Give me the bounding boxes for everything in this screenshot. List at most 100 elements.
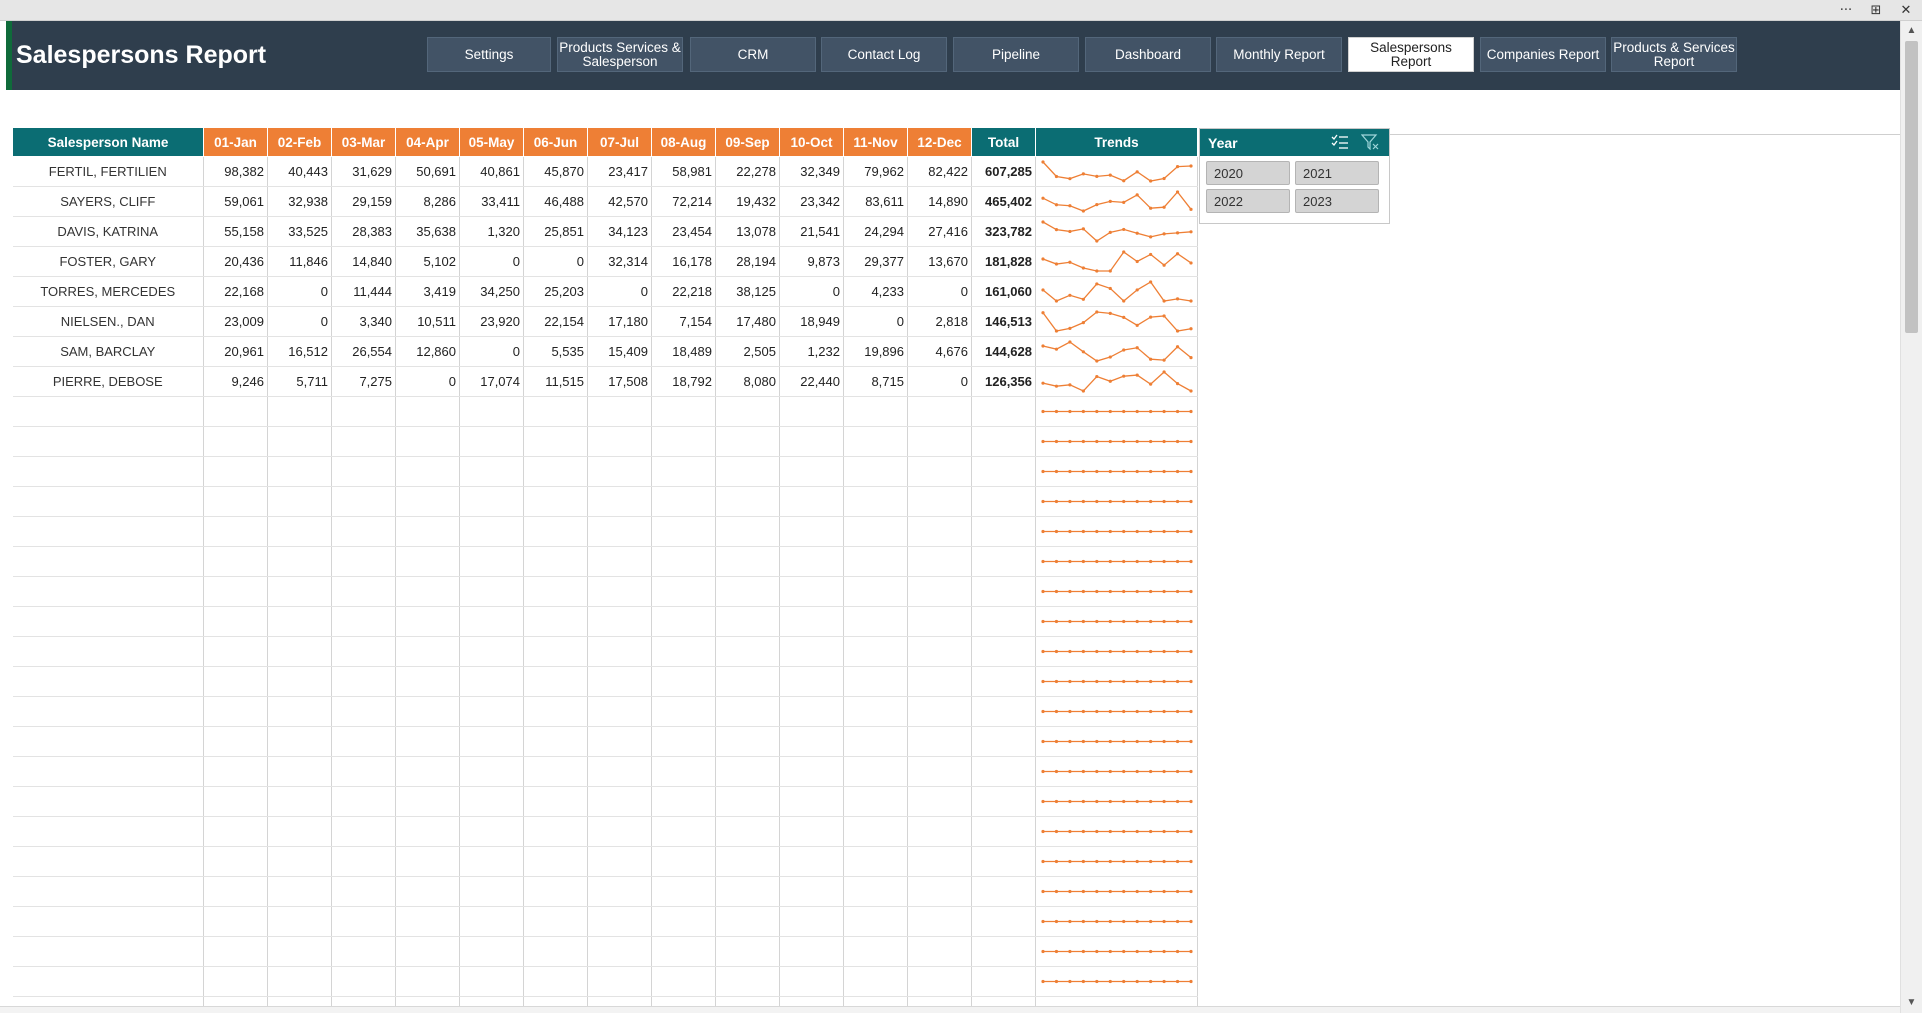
month-value-cell[interactable]: 35,638 xyxy=(395,216,460,247)
month-value-cell[interactable]: 34,250 xyxy=(459,276,524,307)
empty-cell[interactable] xyxy=(12,726,204,757)
empty-cell[interactable] xyxy=(587,666,652,697)
empty-cell[interactable] xyxy=(12,966,204,997)
empty-cell[interactable] xyxy=(843,816,908,847)
empty-cell[interactable] xyxy=(203,696,268,727)
empty-cell[interactable] xyxy=(587,846,652,877)
empty-cell[interactable] xyxy=(843,516,908,547)
empty-cell[interactable] xyxy=(12,876,204,907)
empty-cell[interactable] xyxy=(203,636,268,667)
month-value-cell[interactable]: 55,158 xyxy=(203,216,268,247)
column-header-month[interactable]: 07-Jul xyxy=(587,127,652,157)
empty-cell[interactable] xyxy=(203,876,268,907)
empty-cell[interactable] xyxy=(331,936,396,967)
empty-cell[interactable] xyxy=(971,666,1036,697)
empty-cell[interactable] xyxy=(267,546,332,577)
slicer-item-2023[interactable]: 2023 xyxy=(1295,189,1379,213)
empty-cell[interactable] xyxy=(587,396,652,427)
month-value-cell[interactable]: 98,382 xyxy=(203,156,268,187)
empty-cell[interactable] xyxy=(12,546,204,577)
empty-cell[interactable] xyxy=(203,966,268,997)
empty-cell[interactable] xyxy=(203,396,268,427)
nav-button-salespersons-report[interactable]: Salespersons Report xyxy=(1348,37,1474,72)
empty-cell[interactable] xyxy=(331,996,396,1006)
empty-cell[interactable] xyxy=(331,456,396,487)
empty-cell[interactable] xyxy=(523,576,588,607)
month-value-cell[interactable]: 23,009 xyxy=(203,306,268,337)
trend-cell[interactable] xyxy=(1035,246,1198,277)
month-value-cell[interactable]: 33,525 xyxy=(267,216,332,247)
empty-cell[interactable] xyxy=(395,636,460,667)
empty-cell[interactable] xyxy=(651,576,716,607)
empty-cell[interactable] xyxy=(651,996,716,1006)
empty-cell[interactable] xyxy=(715,606,780,637)
empty-cell[interactable] xyxy=(331,396,396,427)
trend-cell[interactable] xyxy=(1035,306,1198,337)
month-value-cell[interactable]: 10,511 xyxy=(395,306,460,337)
trend-cell[interactable] xyxy=(1035,276,1198,307)
column-header-month[interactable]: 08-Aug xyxy=(651,127,716,157)
trend-cell[interactable] xyxy=(1035,426,1198,457)
month-value-cell[interactable]: 7,154 xyxy=(651,306,716,337)
trend-cell[interactable] xyxy=(1035,516,1198,547)
empty-cell[interactable] xyxy=(971,906,1036,937)
empty-cell[interactable] xyxy=(12,846,204,877)
empty-cell[interactable] xyxy=(843,726,908,757)
empty-cell[interactable] xyxy=(12,456,204,487)
empty-cell[interactable] xyxy=(715,996,780,1006)
empty-cell[interactable] xyxy=(331,786,396,817)
empty-cell[interactable] xyxy=(331,876,396,907)
month-value-cell[interactable]: 12,860 xyxy=(395,336,460,367)
total-cell[interactable]: 323,782 xyxy=(971,216,1036,247)
empty-cell[interactable] xyxy=(779,816,844,847)
empty-cell[interactable] xyxy=(907,936,972,967)
restore-window-icon[interactable]: ⊞ xyxy=(1868,3,1884,18)
month-value-cell[interactable]: 72,214 xyxy=(651,186,716,217)
column-header-month[interactable]: 11-Nov xyxy=(843,127,908,157)
month-value-cell[interactable]: 20,436 xyxy=(203,246,268,277)
empty-cell[interactable] xyxy=(203,666,268,697)
month-value-cell[interactable]: 9,246 xyxy=(203,366,268,397)
empty-cell[interactable] xyxy=(715,846,780,877)
empty-cell[interactable] xyxy=(651,396,716,427)
month-value-cell[interactable]: 17,180 xyxy=(587,306,652,337)
empty-cell[interactable] xyxy=(715,396,780,427)
empty-cell[interactable] xyxy=(907,816,972,847)
empty-cell[interactable] xyxy=(395,456,460,487)
empty-cell[interactable] xyxy=(843,786,908,817)
total-cell[interactable]: 465,402 xyxy=(971,186,1036,217)
trend-cell[interactable] xyxy=(1035,636,1198,667)
total-cell[interactable]: 607,285 xyxy=(971,156,1036,187)
empty-cell[interactable] xyxy=(843,936,908,967)
month-value-cell[interactable]: 15,409 xyxy=(587,336,652,367)
empty-cell[interactable] xyxy=(523,816,588,847)
empty-cell[interactable] xyxy=(459,486,524,517)
slicer-item-2022[interactable]: 2022 xyxy=(1206,189,1290,213)
month-value-cell[interactable]: 0 xyxy=(843,306,908,337)
month-value-cell[interactable]: 7,275 xyxy=(331,366,396,397)
empty-cell[interactable] xyxy=(331,906,396,937)
column-header-month[interactable]: 06-Jun xyxy=(523,127,588,157)
total-cell[interactable]: 146,513 xyxy=(971,306,1036,337)
month-value-cell[interactable]: 45,870 xyxy=(523,156,588,187)
empty-cell[interactable] xyxy=(267,786,332,817)
multi-select-icon[interactable] xyxy=(1331,134,1349,150)
empty-cell[interactable] xyxy=(203,846,268,877)
empty-cell[interactable] xyxy=(523,666,588,697)
empty-cell[interactable] xyxy=(523,516,588,547)
month-value-cell[interactable]: 16,512 xyxy=(267,336,332,367)
month-value-cell[interactable]: 20,961 xyxy=(203,336,268,367)
empty-cell[interactable] xyxy=(12,486,204,517)
empty-cell[interactable] xyxy=(12,816,204,847)
empty-cell[interactable] xyxy=(459,996,524,1006)
month-value-cell[interactable]: 32,349 xyxy=(779,156,844,187)
empty-cell[interactable] xyxy=(459,876,524,907)
month-value-cell[interactable]: 3,419 xyxy=(395,276,460,307)
month-value-cell[interactable]: 22,440 xyxy=(779,366,844,397)
month-value-cell[interactable]: 34,123 xyxy=(587,216,652,247)
column-header-month[interactable]: 12-Dec xyxy=(907,127,972,157)
empty-cell[interactable] xyxy=(651,846,716,877)
empty-cell[interactable] xyxy=(395,486,460,517)
total-cell[interactable]: 126,356 xyxy=(971,366,1036,397)
empty-cell[interactable] xyxy=(331,666,396,697)
